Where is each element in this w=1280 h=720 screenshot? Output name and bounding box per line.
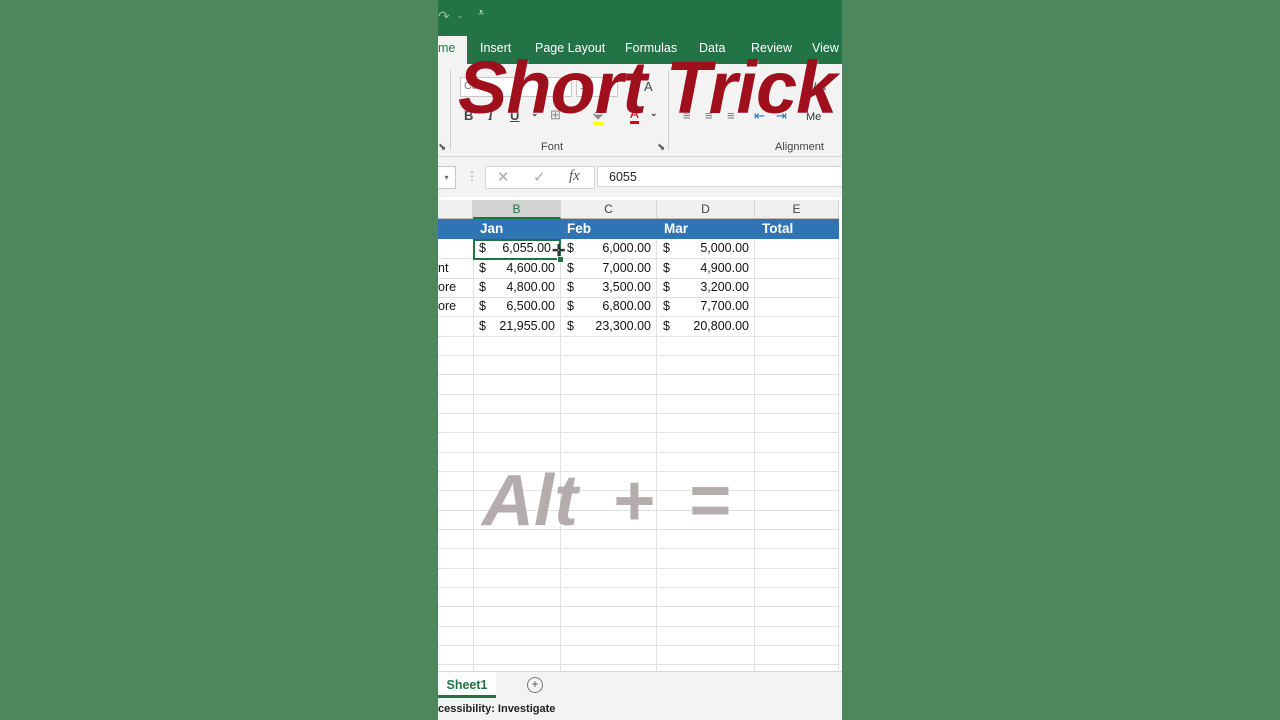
gridline [438,432,839,433]
column-header-e[interactable]: E [755,200,839,219]
table-cell[interactable]: $4,800.00 [473,278,561,297]
formula-input[interactable]: 6055 [597,166,842,187]
gridline [438,626,839,627]
column-header-b[interactable]: B [473,200,561,219]
gridline [838,219,839,671]
table-cell[interactable]: $6,800.00 [561,297,657,316]
gridline [438,587,839,588]
cell-value: 7,000.00 [602,261,651,275]
column-header-d[interactable]: D [657,200,755,219]
quick-access-toolbar: ↷ ⌄ ⩡ [438,0,842,32]
table-cell[interactable]: $3,200.00 [657,278,755,297]
cell-value: 7,700.00 [700,299,749,313]
column-header-a[interactable] [438,200,473,219]
gridline [438,374,839,375]
mouse-cursor-icon: ✛ [552,243,566,260]
table-cell[interactable]: $4,600.00 [473,259,561,278]
row-label-cell[interactable]: ore [438,278,456,297]
currency-symbol: $ [567,261,574,275]
formula-bar: ▾ ⋮ ✕ ✓ fx 6055 [438,157,842,197]
header-cell-total[interactable]: Total [762,221,793,236]
cell-value: 6,000.00 [602,241,651,255]
clipboard-dialog-launcher-icon[interactable]: ⬊ [438,142,446,153]
cell-value: 3,200.00 [700,280,749,294]
insert-function-icon[interactable]: fx [569,168,580,185]
currency-symbol: $ [663,241,670,255]
gridline [438,606,839,607]
currency-symbol: $ [479,280,486,294]
font-group-label: Font [541,141,564,153]
redo-icon[interactable]: ↷ [438,8,450,25]
customize-toolbar-icon[interactable]: ⩡ [478,7,484,20]
table-cell[interactable]: $6,000.00 [561,239,657,258]
overlay-title: Short Trick [458,46,837,129]
table-cell[interactable]: $20,800.00 [657,317,755,336]
cell-value: 3,500.00 [602,280,651,294]
table-cell[interactable]: $3,500.00 [561,278,657,297]
table-cell[interactable]: $21,955.00 [473,317,561,336]
enter-icon[interactable]: ✓ [533,168,546,186]
gridline [438,645,839,646]
cell-value: 20,800.00 [693,319,749,333]
cell-value: 4,900.00 [700,261,749,275]
cell-value: 5,000.00 [700,241,749,255]
currency-symbol: $ [567,241,574,255]
sheet-tab-bar: Sheet1 + [438,671,842,700]
header-cell-mar[interactable]: Mar [664,221,688,236]
gridline [438,394,839,395]
name-box-dropdown-icon[interactable]: ▾ [438,166,456,189]
table-cell[interactable]: $7,000.00 [561,259,657,278]
worksheet-grid[interactable]: B C D E Jan Feb Mar Total $ 6,055.00 $ 6… [438,200,842,671]
cell-value: 6,500.00 [506,299,555,313]
active-cell-border [473,239,561,260]
table-cell[interactable]: $6,500.00 [473,297,561,316]
cell-value: 21,955.00 [499,319,555,333]
row-label-cell[interactable]: nt [438,259,448,278]
gridline [438,548,839,549]
gridline [438,336,839,337]
table-cell[interactable]: $4,900.00 [657,259,755,278]
row-label-cell[interactable]: ore [438,297,456,316]
gridline [438,664,839,665]
gridline [438,452,839,453]
currency-symbol: $ [479,319,486,333]
currency-symbol: $ [479,261,486,275]
currency-symbol: $ [663,319,670,333]
currency-symbol: $ [663,261,670,275]
currency-symbol: $ [567,299,574,313]
sheet-tab-sheet1[interactable]: Sheet1 [438,672,496,698]
table-cell[interactable]: $23,300.00 [561,317,657,336]
table-header-row: Jan Feb Mar Total [438,219,839,239]
currency-symbol: $ [663,299,670,313]
header-cell-jan[interactable]: Jan [480,221,503,236]
status-bar: cessibility: Investigate [438,699,842,720]
more-options-icon[interactable]: ⋮ [466,169,478,183]
add-sheet-icon[interactable]: + [527,677,543,693]
header-cell-feb[interactable]: Feb [567,221,591,236]
cell-value: 6,800.00 [602,299,651,313]
column-header-c[interactable]: C [561,200,657,219]
currency-symbol: $ [567,319,574,333]
currency-symbol: $ [479,299,486,313]
redo-dropdown-icon[interactable]: ⌄ [456,10,464,21]
table-cell[interactable]: $7,700.00 [657,297,755,316]
alignment-group-label: Alignment [775,141,824,153]
currency-symbol: $ [663,280,670,294]
gridline [438,568,839,569]
cell-value: 4,600.00 [506,261,555,275]
gridline [438,355,839,356]
overlay-shortcut: Alt + = [482,461,731,541]
currency-symbol: $ [567,280,574,294]
accessibility-status[interactable]: cessibility: Investigate [438,703,555,715]
formula-bar-buttons: ✕ ✓ fx [485,166,595,189]
group-separator [450,70,451,150]
font-dialog-launcher-icon[interactable]: ⬊ [657,142,665,153]
cell-value: 4,800.00 [506,280,555,294]
cancel-icon[interactable]: ✕ [497,168,510,186]
gridline [438,413,839,414]
cell-value: 23,300.00 [595,319,651,333]
table-cell[interactable]: $5,000.00 [657,239,755,258]
